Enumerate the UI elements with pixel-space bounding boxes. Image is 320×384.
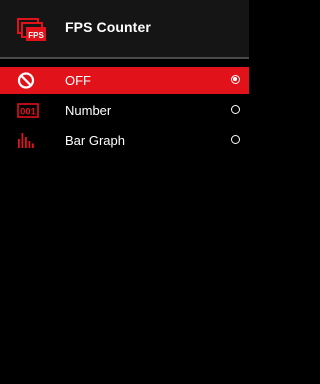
radio-selected[interactable] bbox=[231, 75, 240, 84]
off-circle-slash-icon bbox=[17, 72, 35, 89]
number-icon: 001 bbox=[17, 103, 39, 118]
fps-counter-icon: FPS bbox=[17, 18, 46, 41]
bar-graph-icon bbox=[18, 133, 34, 148]
header: FPS FPS Counter bbox=[0, 0, 249, 57]
fps-options-menu: OFF 001 Number Bar Graph bbox=[0, 67, 249, 157]
menu-item-number[interactable]: 001 Number bbox=[0, 97, 249, 124]
menu-item-label: Number bbox=[65, 103, 112, 118]
menu-item-bar-graph[interactable]: Bar Graph bbox=[0, 127, 249, 154]
radio-unselected[interactable] bbox=[231, 135, 240, 144]
svg-text:001: 001 bbox=[20, 107, 37, 118]
page-title: FPS Counter bbox=[65, 19, 151, 35]
radio-dot bbox=[233, 77, 237, 81]
radio-unselected[interactable] bbox=[231, 105, 240, 114]
header-divider bbox=[0, 57, 249, 59]
menu-item-label: OFF bbox=[65, 73, 91, 88]
osd-panel: FPS FPS Counter OFF 001 Number Bar Graph bbox=[0, 0, 249, 384]
svg-text:FPS: FPS bbox=[28, 31, 44, 40]
menu-item-label: Bar Graph bbox=[65, 133, 125, 148]
menu-item-off[interactable]: OFF bbox=[0, 67, 249, 94]
